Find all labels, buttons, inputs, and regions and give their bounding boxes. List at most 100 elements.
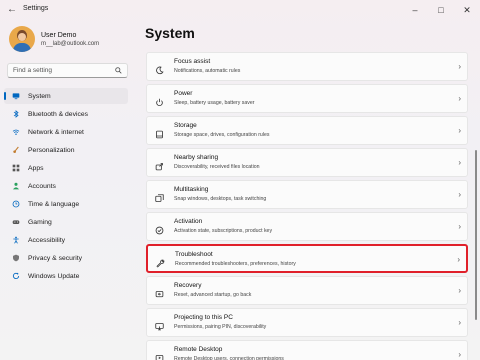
settings-card-storage[interactable]: Storage Storage space, drives, configurat… xyxy=(146,116,468,145)
settings-card-projecting-to-this-pc[interactable]: Projecting to this PC Permissions, pairin… xyxy=(146,308,468,337)
shield-icon xyxy=(12,254,20,262)
globe-clock-icon xyxy=(12,200,20,208)
chevron-right-icon: › xyxy=(457,255,460,264)
search-icon[interactable] xyxy=(115,67,122,74)
card-title: Storage xyxy=(174,122,197,129)
card-title: Troubleshoot xyxy=(175,251,213,258)
card-title: Multitasking xyxy=(174,186,209,193)
accessibility-icon xyxy=(12,236,20,244)
card-title: Activation xyxy=(174,218,203,225)
settings-card-power[interactable]: Power Sleep, battery usage, battery saver… xyxy=(146,84,468,113)
sidebar-item-privacy-security[interactable]: Privacy & security xyxy=(4,250,128,266)
sidebar-item-accounts[interactable]: Accounts xyxy=(4,178,128,194)
sidebar-item-label: Accounts xyxy=(28,182,56,190)
sidebar-item-label: Personalization xyxy=(28,146,75,154)
chevron-right-icon: › xyxy=(458,318,461,327)
title-bar: ← Settings – □ ✕ xyxy=(0,0,480,20)
sidebar-item-accessibility[interactable]: Accessibility xyxy=(4,232,128,248)
card-title: Power xyxy=(174,90,193,97)
sidebar-item-label: System xyxy=(28,92,51,100)
close-icon[interactable]: ✕ xyxy=(454,0,480,20)
sidebar-item-personalization[interactable]: Personalization xyxy=(4,142,128,158)
sidebar-item-system[interactable]: System xyxy=(4,88,128,104)
chevron-right-icon: › xyxy=(458,286,461,295)
sidebar-item-time-language[interactable]: Time & language xyxy=(4,196,128,212)
card-title: Remote Desktop xyxy=(174,346,223,353)
bluetooth-icon xyxy=(12,110,20,118)
projector-icon xyxy=(155,318,164,331)
sidebar: User Demo m__lab@outlook.com Find a sett… xyxy=(0,20,136,360)
storage-icon xyxy=(155,126,164,139)
card-title: Projecting to this PC xyxy=(174,314,233,321)
sidebar-item-windows-update[interactable]: Windows Update xyxy=(4,268,128,284)
sidebar-item-label: Network & internet xyxy=(28,128,84,136)
sidebar-item-label: Apps xyxy=(28,164,44,172)
chevron-right-icon: › xyxy=(458,126,461,135)
sidebar-item-network-internet[interactable]: Network & internet xyxy=(4,124,128,140)
settings-card-troubleshoot[interactable]: Troubleshoot Recommended troubleshooters,… xyxy=(146,244,468,273)
multitask-icon xyxy=(155,190,164,202)
apps-icon xyxy=(12,164,20,172)
person-icon xyxy=(12,182,20,190)
card-subtitle: Snap windows, desktops, task switching xyxy=(174,196,267,202)
card-subtitle: Discoverability, received files location xyxy=(174,164,260,170)
sidebar-item-apps[interactable]: Apps xyxy=(4,160,128,176)
sidebar-item-label: Privacy & security xyxy=(28,254,83,262)
card-subtitle: Remote Desktop users, connection permiss… xyxy=(174,356,284,360)
user-profile[interactable]: User Demo m__lab@outlook.com xyxy=(9,26,99,52)
card-subtitle: Sleep, battery usage, battery saver xyxy=(174,100,255,106)
card-title: Recovery xyxy=(174,282,202,289)
power-icon xyxy=(155,94,164,107)
settings-card-multitasking[interactable]: Multitasking Snap windows, desktops, task… xyxy=(146,180,468,209)
settings-card-nearby-sharing[interactable]: Nearby sharing Discoverability, received … xyxy=(146,148,468,177)
scrollbar[interactable] xyxy=(475,150,477,320)
wrench-icon xyxy=(156,255,165,268)
search-placeholder: Find a setting xyxy=(13,67,53,74)
card-subtitle: Activation state, subscriptions, product… xyxy=(174,228,273,234)
nav-list: System Bluetooth & devices Network & inter… xyxy=(4,88,128,286)
page-title: System xyxy=(145,25,195,41)
card-title: Focus assist xyxy=(174,58,211,65)
card-subtitle: Notifications, automatic rules xyxy=(174,68,241,74)
back-arrow-icon[interactable]: ← xyxy=(6,4,18,16)
sidebar-item-bluetooth-devices[interactable]: Bluetooth & devices xyxy=(4,106,128,122)
window-controls: – □ ✕ xyxy=(402,0,480,20)
sidebar-item-gaming[interactable]: Gaming xyxy=(4,214,128,230)
sidebar-item-label: Gaming xyxy=(28,218,52,226)
gamepad-icon xyxy=(12,218,20,226)
card-subtitle: Reset, advanced startup, go back xyxy=(174,292,252,298)
moon-icon xyxy=(155,62,164,75)
settings-window: ← Settings – □ ✕ User Demo m__lab@outloo… xyxy=(0,0,480,360)
minimize-icon[interactable]: – xyxy=(402,0,428,20)
settings-card-recovery[interactable]: Recovery Reset, advanced startup, go back… xyxy=(146,276,468,305)
sidebar-item-label: Time & language xyxy=(28,200,80,208)
chevron-right-icon: › xyxy=(458,222,461,231)
user-name: User Demo xyxy=(41,31,77,39)
chevron-right-icon: › xyxy=(458,94,461,103)
card-subtitle: Recommended troubleshooters, preferences… xyxy=(175,261,296,267)
monitor-icon xyxy=(12,92,20,100)
search-input[interactable]: Find a setting xyxy=(7,63,128,78)
card-title: Nearby sharing xyxy=(174,154,219,161)
chevron-right-icon: › xyxy=(458,158,461,167)
user-email: m__lab@outlook.com xyxy=(41,40,100,47)
sidebar-item-label: Accessibility xyxy=(28,236,66,244)
paintbrush-icon xyxy=(12,146,20,154)
sidebar-item-label: Bluetooth & devices xyxy=(28,110,89,118)
settings-list: Focus assist Notifications, automatic rul… xyxy=(146,52,468,360)
settings-card-remote-desktop[interactable]: Remote Desktop Remote Desktop users, conn… xyxy=(146,340,468,360)
settings-card-activation[interactable]: Activation Activation state, subscription… xyxy=(146,212,468,241)
card-subtitle: Permissions, pairing PIN, discoverabilit… xyxy=(174,324,267,330)
share-icon xyxy=(155,158,164,171)
chevron-right-icon: › xyxy=(458,190,461,199)
avatar xyxy=(9,26,35,52)
settings-card-focus-assist[interactable]: Focus assist Notifications, automatic rul… xyxy=(146,52,468,81)
main-content: System Focus assist Notifications, automa… xyxy=(145,20,480,360)
wifi-icon xyxy=(12,128,20,136)
chevron-right-icon: › xyxy=(458,62,461,71)
maximize-icon[interactable]: □ xyxy=(428,0,454,20)
recovery-icon xyxy=(155,286,164,298)
check-circle-icon xyxy=(155,222,164,235)
update-icon xyxy=(12,272,20,280)
sidebar-item-label: Windows Update xyxy=(28,272,80,280)
